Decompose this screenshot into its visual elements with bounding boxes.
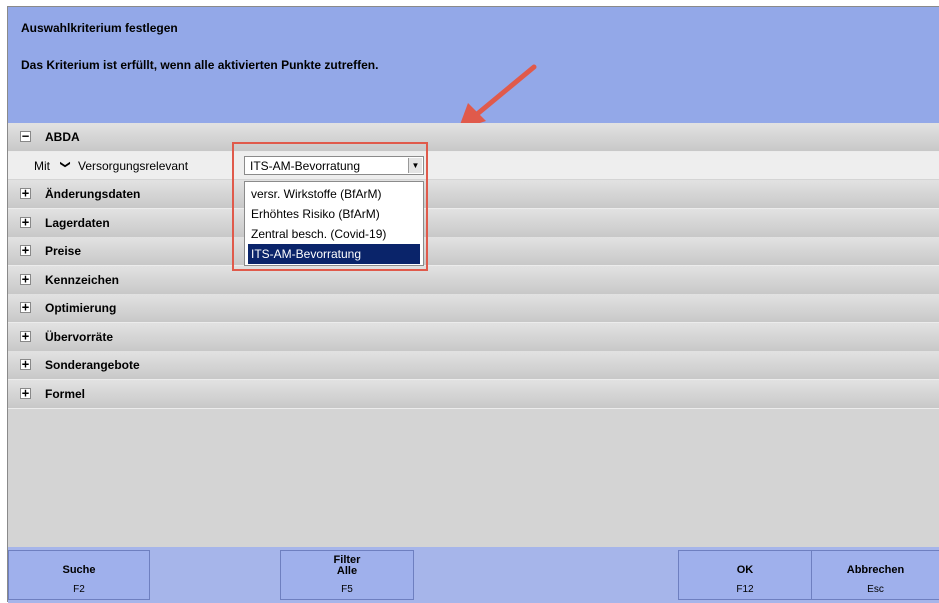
search-button-label: Suche (62, 564, 96, 576)
section-preise[interactable]: + Preise (8, 237, 939, 266)
filter-button-key: F5 (341, 584, 353, 595)
ok-button-key: F12 (736, 584, 754, 595)
section-label: Optimierung (45, 301, 117, 315)
abda-criterion-row: Mit ❯ Versorgungsrelevant ITS-AM-Bevorra… (8, 152, 939, 179)
section-optimierung[interactable]: + Optimierung (8, 294, 939, 323)
section-abda[interactable]: − ABDA (8, 123, 939, 152)
section-aenderungsdaten[interactable]: + Änderungsdaten (8, 180, 939, 209)
filter-button-label2: Alle (336, 565, 358, 577)
cancel-button-label: Abbrechen (846, 564, 905, 576)
section-label: Änderungsdaten (45, 187, 141, 201)
annotation-highlight-box (232, 142, 428, 271)
section-lagerdaten[interactable]: + Lagerdaten (8, 209, 939, 238)
expand-icon[interactable]: + (20, 244, 31, 256)
chevron-down-icon[interactable]: ❯ (60, 160, 71, 168)
expand-icon[interactable]: + (20, 187, 31, 199)
section-label: Formel (45, 387, 86, 401)
dialog-subtitle: Das Kriterium ist erfüllt, wenn alle akt… (21, 58, 379, 72)
dialog-title: Auswahlkriterium festlegen (21, 21, 178, 35)
expand-icon[interactable]: + (20, 358, 31, 370)
collapse-icon[interactable]: − (20, 130, 31, 142)
section-label: Kennzeichen (45, 273, 120, 287)
section-label: Übervorräte (45, 330, 114, 344)
section-label: Sonderangebote (45, 358, 140, 372)
expand-icon[interactable]: + (20, 273, 31, 285)
section-uebervorraete[interactable]: + Übervorräte (8, 323, 939, 352)
expand-icon[interactable]: + (20, 387, 31, 399)
expand-icon[interactable]: + (20, 301, 31, 313)
section-label: Preise (45, 244, 82, 258)
mit-select-label[interactable]: Mit (34, 159, 50, 173)
expand-icon[interactable]: + (20, 216, 31, 228)
footer-bar: Suche F2 Filter Alle F5 OK F12 Abbrechen… (8, 547, 939, 603)
section-kennzeichen[interactable]: + Kennzeichen (8, 266, 939, 295)
ok-button-label: OK (736, 564, 754, 576)
field-label-versorgungsrelevant: Versorgungsrelevant (78, 159, 189, 173)
criteria-panel: − ABDA Mit ❯ Versorgungsrelevant ITS-AM-… (8, 123, 939, 547)
section-formel[interactable]: + Formel (8, 380, 939, 409)
section-label: ABDA (45, 130, 80, 144)
section-label: Lagerdaten (45, 216, 110, 230)
expand-icon[interactable]: + (20, 330, 31, 342)
cancel-button[interactable]: Abbrechen Esc (811, 550, 939, 600)
search-button[interactable]: Suche F2 (8, 550, 150, 600)
ok-button[interactable]: OK F12 (678, 550, 812, 600)
filter-all-button[interactable]: Filter Alle F5 (280, 550, 414, 600)
search-button-key: F2 (73, 584, 85, 595)
dialog-window: Auswahlkriterium festlegen Das Kriterium… (7, 6, 939, 603)
cancel-button-key: Esc (867, 584, 884, 595)
section-sonderangebote[interactable]: + Sonderangebote (8, 351, 939, 380)
